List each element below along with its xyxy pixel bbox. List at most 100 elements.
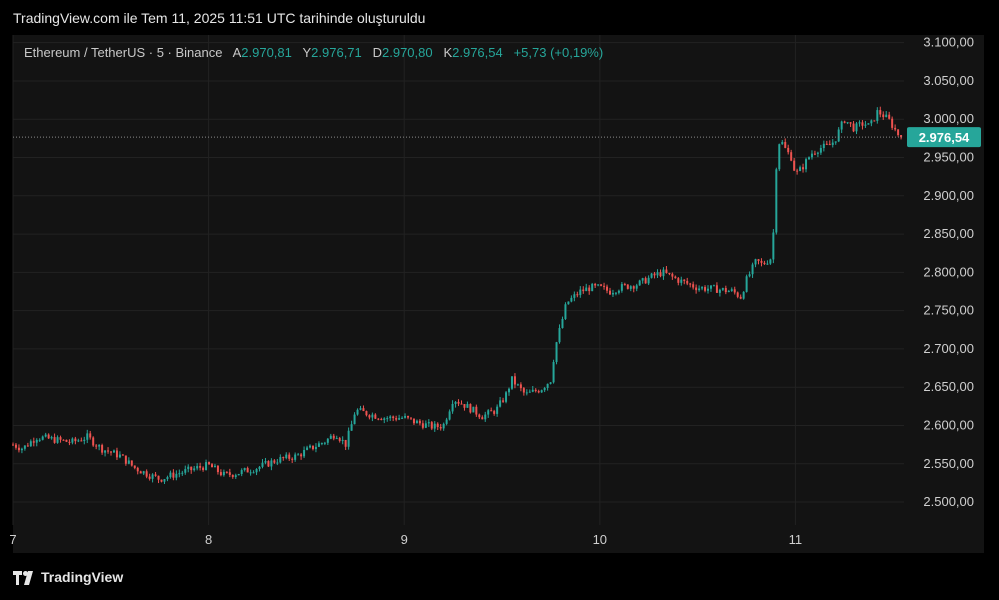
candle-body	[807, 157, 810, 160]
candle-body	[724, 288, 727, 293]
candle-body	[739, 296, 742, 299]
candle-body	[234, 475, 237, 477]
high-value: 2.976,71	[311, 45, 362, 60]
candle-body	[104, 450, 107, 453]
candle-body	[196, 466, 199, 469]
tradingview-logo[interactable]: TradingView	[13, 569, 123, 586]
candle-body	[727, 290, 730, 293]
y-tick-label: 2.850,00	[923, 226, 974, 241]
candle-body	[644, 278, 647, 284]
candle-body	[92, 437, 95, 446]
candle-body	[270, 460, 273, 467]
candle-body	[718, 289, 721, 293]
candle-body	[172, 472, 175, 478]
candle-body	[389, 416, 392, 419]
candle-body	[606, 286, 609, 291]
candle-body	[107, 450, 110, 452]
candle-body	[258, 466, 261, 470]
candle-body	[537, 391, 540, 393]
candle-body	[522, 388, 525, 393]
candle-body	[466, 404, 469, 408]
candle-body	[689, 283, 692, 285]
candle-body	[332, 435, 335, 439]
candle-body	[365, 411, 368, 416]
candle-body	[873, 120, 876, 122]
candle-body	[255, 469, 258, 473]
candle-body	[810, 153, 813, 158]
candle-body	[178, 473, 181, 475]
candle-body	[843, 121, 846, 123]
candle-body	[641, 278, 644, 281]
candle-body	[516, 384, 519, 386]
candle-body	[409, 417, 412, 419]
candle-body	[683, 279, 686, 281]
candle-body	[787, 147, 790, 153]
candle-body	[249, 472, 252, 474]
candle-body	[401, 417, 404, 419]
candle-body	[825, 143, 828, 145]
candle-body	[53, 437, 56, 443]
candle-body	[368, 415, 371, 418]
candle-body	[374, 414, 377, 419]
low-label: D	[372, 45, 382, 60]
candle-body	[311, 445, 314, 450]
candle-body	[775, 169, 778, 233]
candle-body	[285, 454, 288, 459]
candle-body	[47, 434, 50, 439]
candle-body	[166, 477, 169, 480]
candle-body	[674, 276, 677, 279]
candle-body	[460, 403, 463, 405]
candle-body	[415, 420, 418, 424]
candle-body	[831, 142, 834, 145]
candle-body	[306, 447, 309, 450]
candle-body	[891, 118, 894, 128]
candle-body	[543, 387, 546, 391]
candle-body	[793, 160, 796, 171]
candle-body	[317, 443, 320, 447]
candle-body	[62, 439, 65, 441]
price-chart[interactable]: 3.100,00 3.050,00 3.000,00 2.950,00 2.900,00…	[0, 0, 999, 600]
candle-body	[23, 445, 26, 449]
candle-body	[199, 466, 202, 468]
candle-body	[395, 418, 398, 420]
candle-body	[647, 277, 650, 284]
candle-body	[579, 289, 582, 296]
candle-body	[439, 427, 442, 429]
candle-body	[617, 290, 620, 293]
x-tick-label: 9	[401, 532, 408, 547]
candle-body	[175, 473, 178, 478]
candle-body	[392, 416, 395, 419]
candle-body	[888, 114, 891, 119]
high-label: Y	[302, 45, 312, 60]
candle-body	[347, 430, 350, 447]
candle-body	[585, 287, 588, 292]
candle-body	[142, 471, 145, 474]
candle-body	[864, 124, 867, 126]
candle-body	[17, 447, 20, 451]
candle-body	[665, 269, 668, 273]
candle-body	[882, 114, 885, 118]
candle-body	[371, 414, 374, 418]
candle-body	[118, 454, 121, 458]
candle-body	[243, 468, 246, 471]
close-value: 2.976,54	[452, 45, 503, 60]
candle-body	[638, 280, 641, 286]
candle-body	[454, 401, 457, 404]
candle-body	[662, 269, 665, 277]
candle-body	[508, 388, 511, 393]
candle-body	[496, 406, 499, 414]
candle-body	[733, 289, 736, 293]
candle-body	[626, 284, 629, 289]
candle-body	[730, 289, 733, 291]
x-tick-label: 11	[789, 532, 803, 547]
candle-body	[846, 122, 849, 124]
candle-body	[228, 472, 231, 475]
candle-body	[252, 472, 255, 474]
candle-body	[754, 259, 757, 265]
candle-body	[380, 418, 383, 420]
candle-body	[549, 382, 552, 384]
candle-body	[210, 464, 213, 468]
candle-body	[555, 342, 558, 362]
candle-body	[463, 404, 466, 408]
candle-body	[160, 479, 163, 482]
